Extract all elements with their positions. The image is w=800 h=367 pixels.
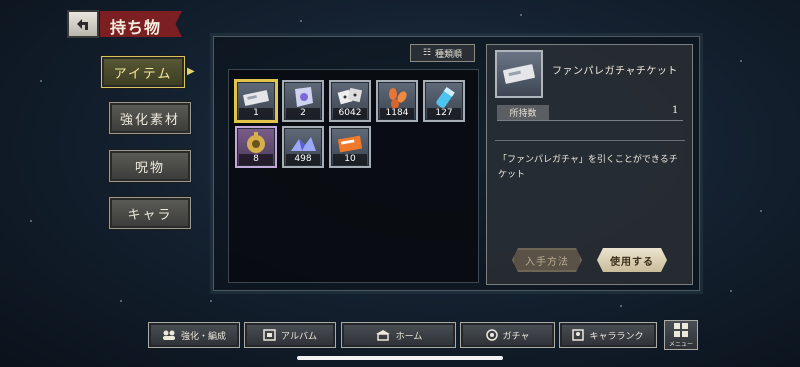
vial-icon: [430, 86, 458, 109]
use-item-button[interactable]: 使用する: [597, 248, 667, 272]
item-count: 127: [427, 108, 461, 119]
active-tab-arrow-icon: ▶: [187, 66, 195, 77]
detail-description: 「ファンパレガチャ」を引くことができるチケット: [498, 155, 678, 180]
ticket-icon: [242, 87, 270, 109]
ticket-icon: [503, 64, 535, 84]
sort-button[interactable]: ☷ 種類順: [410, 44, 475, 62]
nav-gacha[interactable]: ガチャ: [460, 322, 555, 348]
item-count: 8: [239, 154, 273, 165]
item-slot[interactable]: 2: [282, 80, 324, 122]
nav-enhance-team[interactable]: 強化・編成: [148, 322, 240, 348]
sort-icon: ☷: [422, 48, 432, 58]
item-count: 1: [239, 108, 273, 119]
back-arrow-icon: [77, 19, 88, 30]
team-icon: [162, 330, 175, 340]
nav-label: ホーム: [395, 331, 423, 342]
owned-count-value: 1: [672, 105, 679, 116]
item-count: 1184: [380, 108, 414, 119]
rank-icon: [572, 329, 585, 341]
album-icon: [263, 329, 276, 341]
nav-label: ガチャ: [502, 331, 530, 342]
grid-menu-icon: [674, 323, 688, 337]
nav-character-rank[interactable]: キャラランク: [559, 322, 657, 348]
nav-album[interactable]: アルバム: [244, 322, 336, 348]
crystal-tag-icon: [289, 87, 317, 109]
item-count: 2: [286, 108, 320, 119]
divider: [497, 120, 683, 121]
menu-button[interactable]: メニュー: [664, 320, 698, 350]
back-button[interactable]: [67, 10, 99, 38]
item-slot[interactable]: 10: [329, 126, 371, 168]
home-icon: [375, 330, 390, 341]
nav-home[interactable]: ホーム: [341, 322, 456, 348]
petals-icon: [383, 87, 411, 109]
menu-button-label: メニュー: [668, 341, 693, 348]
item-count: 10: [333, 154, 367, 165]
nav-label: キャラランク: [589, 331, 644, 342]
detail-item-name: ファンパレガチャチケット: [552, 66, 678, 77]
dice-icon: [336, 87, 364, 109]
divider: [495, 140, 685, 141]
gacha-icon: [485, 329, 498, 341]
side-tab-cursed-items[interactable]: 呪物: [109, 150, 191, 182]
gold-gear-icon: [242, 132, 270, 155]
home-indicator[interactable]: [297, 356, 503, 360]
item-slot[interactable]: 498: [282, 126, 324, 168]
nav-label: 強化・編成: [180, 331, 226, 342]
item-count: 6042: [333, 108, 367, 119]
orange-ticket-icon: [336, 133, 364, 155]
nav-label: アルバム: [281, 331, 317, 342]
item-slot[interactable]: 1: [235, 80, 277, 122]
item-slot[interactable]: 127: [423, 80, 465, 122]
acquire-method-button[interactable]: 入手方法: [512, 248, 582, 272]
side-tab-items[interactable]: アイテム: [101, 56, 185, 88]
item-slot[interactable]: 8: [235, 126, 277, 168]
item-slot[interactable]: 6042: [329, 80, 371, 122]
sort-button-label: 種類順: [435, 49, 463, 60]
detail-item-icon: [495, 50, 543, 98]
item-count: 498: [286, 154, 320, 165]
item-slot[interactable]: 1184: [376, 80, 418, 122]
crystal-pile-icon: [289, 133, 317, 155]
owned-count-label: 所持数: [497, 105, 549, 120]
page-title: 持ち物: [100, 11, 182, 37]
side-tab-materials[interactable]: 強化素材: [109, 102, 191, 134]
side-tab-characters[interactable]: キャラ: [109, 197, 191, 229]
